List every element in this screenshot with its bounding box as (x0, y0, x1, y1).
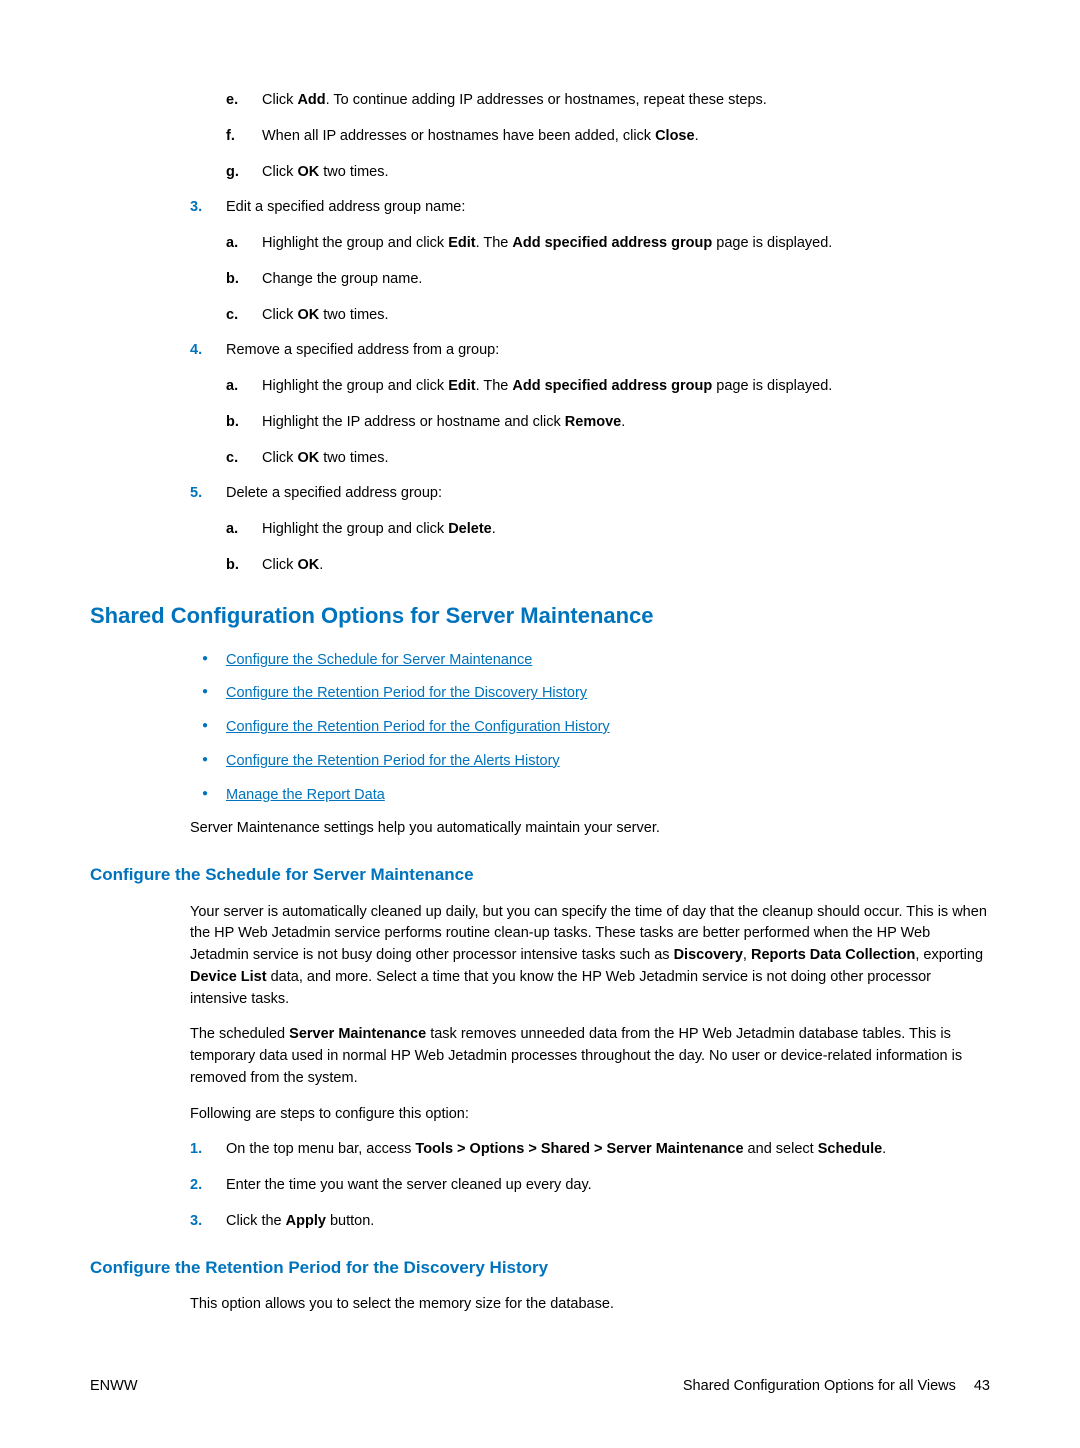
text: Change the group name. (262, 271, 422, 287)
link-item-3: Configure the Retention Period for the A… (190, 751, 990, 773)
sub2-p1: This option allows you to select the mem… (190, 1294, 990, 1316)
section-after-links: Server Maintenance settings help you aut… (190, 818, 990, 840)
marker-g: g. (226, 162, 239, 184)
section-title: Shared Configuration Options for Server … (90, 599, 990, 632)
substeps-efg: e. Click Add. To continue adding IP addr… (190, 90, 990, 183)
step-4-intro: Remove a specified address from a group: (226, 342, 499, 358)
text: Click the Apply button. (226, 1213, 374, 1229)
link-item-1: Configure the Retention Period for the D… (190, 683, 990, 705)
link-list: Configure the Schedule for Server Mainte… (190, 650, 990, 807)
step-4: 4. Remove a specified address from a gro… (190, 340, 990, 469)
subsection-1-body: Your server is automatically cleaned up … (90, 902, 990, 1233)
step-5-sub: a. Highlight the group and click Delete.… (226, 519, 990, 577)
link-item-4: Manage the Report Data (190, 785, 990, 807)
text: On the top menu bar, access Tools > Opti… (226, 1141, 886, 1157)
text: Enter the time you want the server clean… (226, 1177, 592, 1193)
step-4c: c. Click OK two times. (226, 448, 990, 470)
marker-f: f. (226, 126, 235, 148)
continued-steps: e. Click Add. To continue adding IP addr… (90, 90, 990, 577)
sub1-step-1: 1. On the top menu bar, access Tools > O… (190, 1139, 990, 1161)
text: Highlight the group and click Edit. The … (262, 235, 832, 251)
link-0[interactable]: Configure the Schedule for Server Mainte… (226, 652, 532, 668)
section-body: Configure the Schedule for Server Mainte… (90, 650, 990, 841)
marker-3: 3. (190, 197, 202, 219)
substep-g: g. Click OK two times. (226, 162, 990, 184)
substep-e: e. Click Add. To continue adding IP addr… (226, 90, 990, 112)
sub1-p1: Your server is automatically cleaned up … (190, 902, 990, 1011)
text: When all IP addresses or hostnames have … (262, 128, 699, 144)
link-3[interactable]: Configure the Retention Period for the A… (226, 753, 560, 769)
step-3c: c. Click OK two times. (226, 305, 990, 327)
sub1-p3: Following are steps to configure this op… (190, 1104, 990, 1126)
step-3b: b. Change the group name. (226, 269, 990, 291)
step-3a: a. Highlight the group and click Edit. T… (226, 233, 990, 255)
footer-left: ENWW (90, 1376, 138, 1398)
sub1-step-2: 2. Enter the time you want the server cl… (190, 1175, 990, 1197)
link-item-0: Configure the Schedule for Server Mainte… (190, 650, 990, 672)
step-3-sub: a. Highlight the group and click Edit. T… (226, 233, 990, 326)
text: Highlight the group and click Edit. The … (262, 378, 832, 394)
page-footer: ENWW Shared Configuration Options for al… (90, 1376, 990, 1398)
step-4a: a. Highlight the group and click Edit. T… (226, 376, 990, 398)
text: Click Add. To continue adding IP address… (262, 92, 767, 108)
step-5: 5. Delete a specified address group: a. … (190, 483, 990, 576)
sub1-p2: The scheduled Server Maintenance task re… (190, 1024, 990, 1089)
marker-e: e. (226, 90, 238, 112)
step-5b: b. Click OK. (226, 555, 990, 577)
subsection-2-title: Configure the Retention Period for the D… (90, 1255, 990, 1281)
marker-4: 4. (190, 340, 202, 362)
step-4b: b. Highlight the IP address or hostname … (226, 412, 990, 434)
sub1-step-3: 3. Click the Apply button. (190, 1211, 990, 1233)
page-number: 43 (974, 1378, 990, 1394)
footer-right: Shared Configuration Options for all Vie… (683, 1376, 990, 1398)
steps-3-5: 3. Edit a specified address group name: … (190, 197, 990, 576)
text: Highlight the group and click Delete. (262, 521, 496, 537)
text: Click OK two times. (262, 307, 389, 323)
step-3: 3. Edit a specified address group name: … (190, 197, 990, 326)
link-item-2: Configure the Retention Period for the C… (190, 717, 990, 739)
step-4-sub: a. Highlight the group and click Edit. T… (226, 376, 990, 469)
sub1-steps: 1. On the top menu bar, access Tools > O… (190, 1139, 990, 1232)
text: Click OK two times. (262, 450, 389, 466)
link-2[interactable]: Configure the Retention Period for the C… (226, 719, 610, 735)
link-1[interactable]: Configure the Retention Period for the D… (226, 685, 587, 701)
step-3-intro: Edit a specified address group name: (226, 199, 465, 215)
substep-f: f. When all IP addresses or hostnames ha… (226, 126, 990, 148)
text: Click OK two times. (262, 164, 389, 180)
step-5a: a. Highlight the group and click Delete. (226, 519, 990, 541)
text: Highlight the IP address or hostname and… (262, 414, 625, 430)
subsection-1-title: Configure the Schedule for Server Mainte… (90, 862, 990, 888)
step-5-intro: Delete a specified address group: (226, 485, 442, 501)
subsection-2-body: This option allows you to select the mem… (90, 1294, 990, 1316)
link-4[interactable]: Manage the Report Data (226, 787, 385, 803)
text: Click OK. (262, 557, 323, 573)
marker-5: 5. (190, 483, 202, 505)
